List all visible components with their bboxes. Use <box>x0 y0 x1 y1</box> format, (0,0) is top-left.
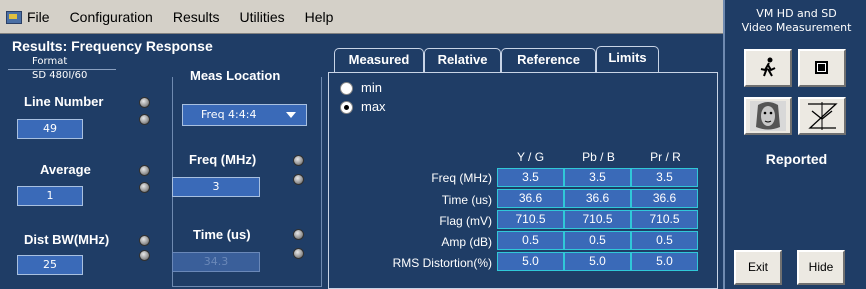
app-icon[interactable] <box>5 9 22 25</box>
tab-relative[interactable]: Relative <box>424 48 501 72</box>
menu-bar: File Configuration Results Utilities Hel… <box>0 0 723 34</box>
freq-field[interactable]: 3 <box>172 177 260 197</box>
cell-freq-pr: 3.5 <box>631 168 698 187</box>
stop-button[interactable] <box>798 49 846 87</box>
meas-location-dropdown[interactable]: Freq 4:4:4 <box>182 104 307 126</box>
average-label: Average <box>40 162 91 177</box>
row-label-rms-distortion: RMS Distortion(%) <box>392 256 492 270</box>
row-label-amp: Amp (dB) <box>441 235 492 249</box>
run-icon <box>760 57 776 77</box>
app-title-line2: Video Measurement <box>741 21 852 34</box>
row-label-flag: Flag (mV) <box>439 214 492 228</box>
freq-knob-up[interactable] <box>293 155 304 166</box>
average-knob-down[interactable] <box>139 182 150 193</box>
freq-knob-down[interactable] <box>293 174 304 185</box>
line-number-knob-down[interactable] <box>139 114 150 125</box>
cell-amp-y: 0.5 <box>497 231 564 250</box>
format-value: SD 480I/60 <box>32 70 88 81</box>
line-number-field[interactable]: 49 <box>17 119 83 139</box>
app-title-line1: VM HD and SD <box>756 7 837 20</box>
line-number-knob-up[interactable] <box>139 97 150 108</box>
format-label: Format <box>32 56 68 67</box>
row-label-freq: Freq (MHz) <box>431 171 492 185</box>
tab-measured[interactable]: Measured <box>334 48 424 72</box>
chevron-down-icon <box>286 112 296 118</box>
signal-button[interactable] <box>798 97 846 135</box>
cell-amp-pr: 0.5 <box>631 231 698 250</box>
face-button[interactable] <box>744 97 792 135</box>
results-panel: Results: Frequency Response Format SD 48… <box>0 34 723 289</box>
dist-bw-field[interactable]: 25 <box>17 255 83 275</box>
time-field[interactable]: 34.3 <box>172 252 260 272</box>
cell-time-y: 36.6 <box>497 189 564 208</box>
cell-flag-pr: 710.5 <box>631 210 698 229</box>
cell-rms-y: 5.0 <box>497 252 564 271</box>
face-icon <box>750 101 786 131</box>
cell-time-pr: 36.6 <box>631 189 698 208</box>
dist-bw-label: Dist BW(MHz) <box>24 232 110 247</box>
menu-results[interactable]: Results <box>173 9 220 25</box>
col-header-y-g: Y / G <box>516 150 545 164</box>
tab-reference[interactable]: Reference <box>501 48 596 72</box>
cell-rms-pb: 5.0 <box>564 252 631 271</box>
row-label-time: Time (us) <box>441 193 492 207</box>
app-title: VM HD and SD Video Measurement <box>725 7 866 35</box>
cell-flag-y: 710.5 <box>497 210 564 229</box>
col-header-pb-b: Pb / B <box>582 150 615 164</box>
dist-bw-knob-down[interactable] <box>139 250 150 261</box>
average-field[interactable]: 1 <box>17 186 83 206</box>
reported-label: Reported <box>765 151 828 167</box>
menu-configuration[interactable]: Configuration <box>70 9 153 25</box>
radio-max[interactable] <box>340 101 353 114</box>
average-knob-up[interactable] <box>139 165 150 176</box>
freq-label: Freq (MHz) <box>189 152 257 167</box>
time-knob-down[interactable] <box>293 248 304 259</box>
line-number-label: Line Number <box>24 94 104 109</box>
radio-max-label: max <box>361 99 386 114</box>
exit-button[interactable]: Exit <box>734 250 782 285</box>
dist-bw-knob-up[interactable] <box>139 235 150 246</box>
menu-file[interactable]: File <box>27 9 50 25</box>
cell-time-pb: 36.6 <box>564 189 631 208</box>
time-label: Time (us) <box>193 227 251 242</box>
cell-freq-y: 3.5 <box>497 168 564 187</box>
stop-icon <box>815 61 828 74</box>
cell-flag-pb: 710.5 <box>564 210 631 229</box>
menu-help[interactable]: Help <box>305 9 334 25</box>
meas-location-selected: Freq 4:4:4 <box>201 108 257 121</box>
cell-freq-pb: 3.5 <box>564 168 631 187</box>
signal-icon <box>808 102 838 130</box>
radio-min[interactable] <box>340 82 353 95</box>
time-knob-up[interactable] <box>293 229 304 240</box>
menu-utilities[interactable]: Utilities <box>240 9 285 25</box>
radio-min-label: min <box>361 80 382 95</box>
run-button[interactable] <box>744 49 792 87</box>
col-header-pr-r: Pr / R <box>650 150 681 164</box>
panel-title: Results: Frequency Response <box>12 38 213 54</box>
right-panel: VM HD and SD Video Measurement Reported … <box>723 0 866 289</box>
cell-amp-pb: 0.5 <box>564 231 631 250</box>
meas-location-title: Meas Location <box>184 68 287 83</box>
tab-limits[interactable]: Limits <box>596 46 659 72</box>
cell-rms-pr: 5.0 <box>631 252 698 271</box>
hide-button[interactable]: Hide <box>797 250 845 285</box>
